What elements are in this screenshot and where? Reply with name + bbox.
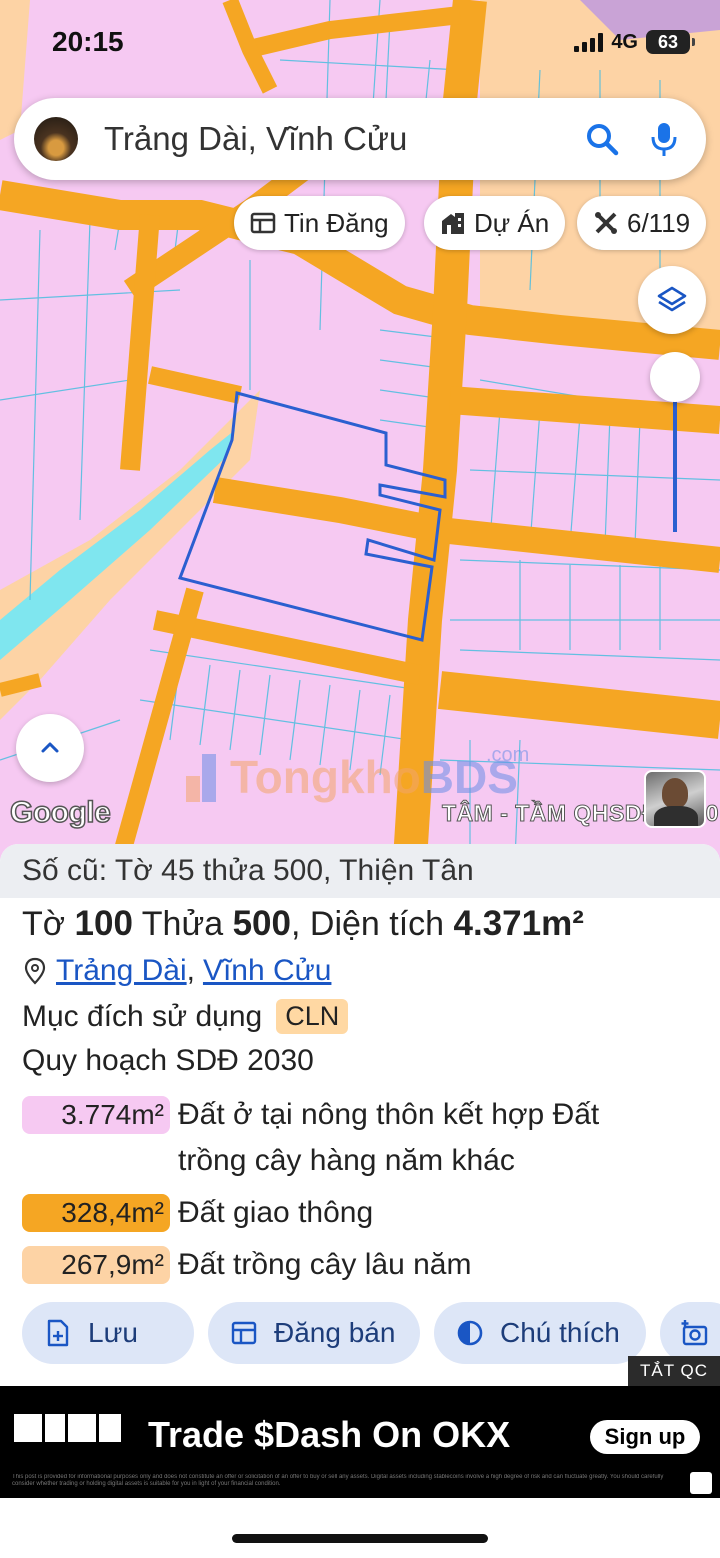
- ad-title: Trade $Dash On OKX: [148, 1414, 511, 1455]
- expand-sheet-button[interactable]: [16, 714, 84, 782]
- listings-chip[interactable]: Tin Đăng: [234, 196, 405, 250]
- plan-area-badge: 267,9m²: [22, 1246, 170, 1284]
- listing-icon: [231, 1321, 257, 1345]
- listings-chip-label: Tin Đăng: [284, 207, 389, 238]
- search-bar[interactable]: Trảng Dài, Vĩnh Cửu: [14, 98, 706, 180]
- agent-avatar[interactable]: [644, 770, 706, 828]
- save-button[interactable]: Lưu: [22, 1302, 194, 1364]
- old-parcel-info: Số cũ: Tờ 45 thửa 500, Thiện Tân: [0, 844, 720, 898]
- mic-icon[interactable]: [644, 119, 684, 159]
- okx-logo-icon: [14, 1414, 121, 1442]
- ad-fine-print: This post is provided for informational …: [12, 1474, 664, 1487]
- status-bar: 20:15 4G 63: [0, 0, 720, 84]
- plan-area-badge: 3.774m²: [22, 1096, 170, 1134]
- chevron-up-icon: [41, 742, 59, 753]
- plan-row: 3.774m² Đất ở tại nông thôn kết hợp Đất …: [22, 1096, 658, 1184]
- photo-button[interactable]: [660, 1302, 720, 1364]
- contrast-icon: [457, 1320, 483, 1346]
- legend-button[interactable]: Chú thích: [434, 1302, 646, 1364]
- hide-ad-button[interactable]: TẮT QC: [628, 1356, 720, 1386]
- status-indicators: 4G 63: [574, 30, 695, 54]
- listing-icon: [250, 212, 276, 234]
- plan-label: Đất trồng cây lâu năm: [178, 1248, 472, 1281]
- post-sale-button[interactable]: Đăng bán: [208, 1302, 420, 1364]
- save-file-icon: [47, 1319, 69, 1347]
- district-link[interactable]: Vĩnh Cửu: [203, 954, 331, 988]
- sheet-label: Tờ: [22, 905, 66, 943]
- area-value: 4.371m²: [453, 904, 584, 943]
- legend-button-label: Chú thích: [500, 1317, 620, 1348]
- projects-chip-label: Dự Án: [474, 207, 550, 238]
- parcel-info-sheet: Số cũ: Tờ 45 thửa 500, Thiện Tân Tờ 100 …: [0, 844, 720, 1384]
- app-root: 20:15 4G 63 Trảng Dài, Vĩnh Cửu Tin Đăng…: [0, 0, 720, 1558]
- ward-link[interactable]: Trảng Dài: [56, 954, 187, 988]
- plan-label: Đất giao thông: [178, 1196, 374, 1229]
- sheet-number: 100: [74, 904, 133, 943]
- plan-title: Quy hoạch SDĐ 2030: [22, 1044, 314, 1077]
- status-time: 20:15: [52, 26, 124, 57]
- ad-signup-button[interactable]: Sign up: [590, 1420, 700, 1454]
- tools-chip-count: 6/119: [627, 207, 691, 238]
- post-sale-button-label: Đăng bán: [274, 1317, 396, 1348]
- search-icon[interactable]: [582, 119, 622, 159]
- watermark-text-left: Tongkho: [230, 751, 421, 803]
- watermark-logo-icon: [186, 754, 216, 802]
- layers-icon: [657, 286, 687, 312]
- google-logo: Google: [9, 795, 111, 830]
- location-pin-icon: [24, 957, 46, 985]
- location-separator: ,: [186, 954, 195, 987]
- tools-chip[interactable]: 6/119: [577, 196, 707, 250]
- opacity-slider-thumb[interactable]: [650, 352, 700, 402]
- avatar[interactable]: [34, 117, 78, 161]
- land-use-purpose: Mục đích sử dụng CLN: [22, 999, 349, 1034]
- plan-label: Đất ở tại nông thôn kết hợp Đất trồng câ…: [178, 1098, 600, 1177]
- signal-icon: [574, 32, 604, 52]
- battery-icon: 63: [646, 30, 695, 54]
- purpose-label: Mục đích sử dụng: [22, 999, 263, 1033]
- plan-area-badge: 328,4m²: [22, 1194, 170, 1232]
- lot-label: Thửa: [141, 905, 224, 943]
- ad-choices-icon[interactable]: [690, 1472, 712, 1494]
- tools-icon: [595, 212, 617, 234]
- lot-number: 500: [232, 904, 291, 943]
- opacity-slider-track[interactable]: [673, 398, 677, 532]
- save-button-label: Lưu: [88, 1317, 138, 1348]
- projects-chip[interactable]: Dự Án: [424, 196, 566, 250]
- area-label: , Diện tích: [291, 905, 445, 943]
- purpose-code-badge: CLN: [276, 999, 349, 1034]
- plan-row: 328,4m² Đất giao thông: [22, 1194, 658, 1236]
- search-input[interactable]: Trảng Dài, Vĩnh Cửu: [104, 120, 582, 158]
- ad-banner[interactable]: Trade $Dash On OKX Sign up This post is …: [0, 1386, 720, 1498]
- parcel-location: Trảng Dài, Vĩnh Cửu: [22, 954, 331, 988]
- plan-row: 267,9m² Đất trồng cây lâu năm: [22, 1246, 658, 1288]
- network-type: 4G: [611, 30, 638, 53]
- layers-button[interactable]: [638, 266, 706, 334]
- building-icon: [442, 213, 464, 234]
- watermark-suffix: .com: [486, 744, 530, 766]
- add-photo-icon: [681, 1320, 708, 1346]
- parcel-title: Tờ 100 Thửa 500, Diện tích 4.371m²: [22, 904, 584, 944]
- action-bar: Lưu Đăng bán Chú thích: [22, 1302, 720, 1364]
- watermark: Tongkho BDS .com: [180, 744, 529, 804]
- home-indicator[interactable]: [232, 1534, 488, 1543]
